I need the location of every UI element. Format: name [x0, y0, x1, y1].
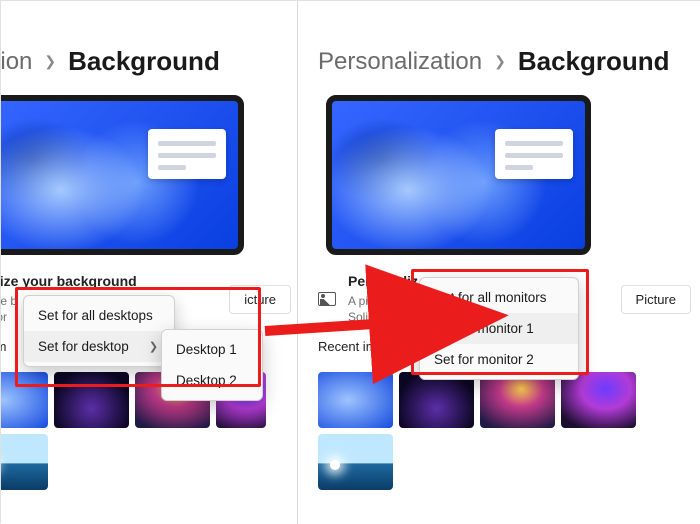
- chevron-right-icon: ❯: [44, 53, 56, 70]
- recent-thumbnails: [318, 372, 700, 428]
- chevron-right-icon: ❯: [494, 53, 506, 70]
- breadcrumb-current: Background: [518, 46, 670, 77]
- breadcrumb: nalization ❯ Background: [1, 1, 297, 77]
- thumbnail[interactable]: [318, 434, 393, 490]
- breadcrumb-current: Background: [68, 46, 220, 77]
- comparison-frame: WindowsDigital.com nalization ❯ Backgrou…: [0, 0, 700, 523]
- annotation-box: [411, 269, 589, 375]
- sample-window: [148, 129, 226, 179]
- thumbnail[interactable]: [561, 372, 636, 428]
- breadcrumb: Personalization ❯ Background: [318, 1, 700, 77]
- annotation-arrow-icon: [259, 301, 419, 366]
- right-screenshot: Personalization ❯ Background Personaliz …: [298, 1, 700, 524]
- annotation-box: [15, 287, 261, 387]
- sample-window: [495, 129, 573, 179]
- thumbnail[interactable]: [399, 372, 474, 428]
- bg-type-dropdown[interactable]: Picture: [621, 285, 691, 314]
- breadcrumb-parent[interactable]: nalization: [1, 48, 32, 76]
- thumbnail[interactable]: [480, 372, 555, 428]
- thumbnail[interactable]: [318, 372, 393, 428]
- wallpaper-preview: [326, 95, 591, 255]
- breadcrumb-parent[interactable]: Personalization: [318, 48, 482, 76]
- thumbnail[interactable]: [1, 434, 48, 490]
- left-screenshot: nalization ❯ Background onalize your bac…: [1, 1, 298, 524]
- wallpaper-preview: [1, 95, 244, 255]
